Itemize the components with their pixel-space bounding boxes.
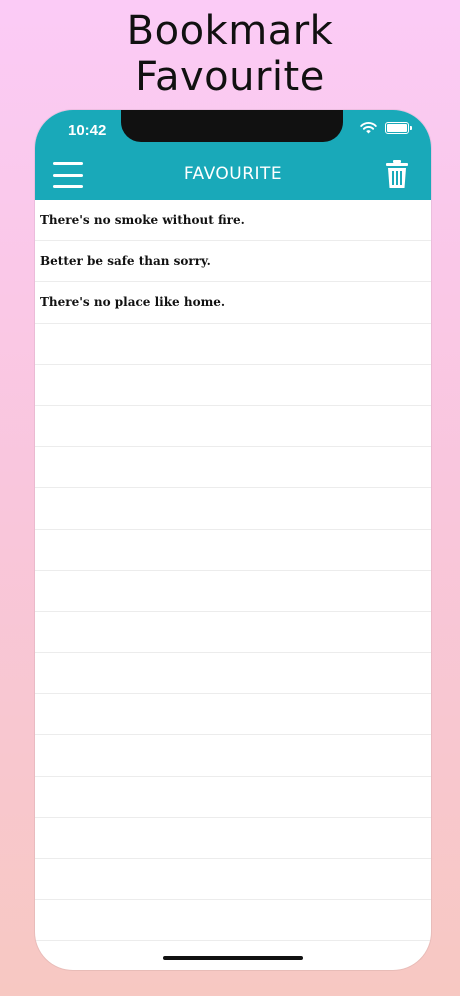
status-time: 10:42 [68, 122, 107, 139]
home-indicator[interactable] [163, 956, 303, 960]
page-title: FAVOURITE [183, 164, 283, 184]
status-icons [360, 121, 412, 134]
empty-row [35, 777, 431, 818]
empty-row [35, 612, 431, 654]
empty-row [35, 406, 431, 448]
empty-row [35, 653, 431, 695]
status-bar: 10:42 [35, 110, 431, 150]
list-item[interactable]: Better be safe than sorry. [35, 241, 431, 283]
trash-icon[interactable] [385, 159, 409, 189]
empty-row [35, 488, 431, 530]
notch [121, 110, 343, 142]
empty-row [35, 900, 431, 942]
list-item-text: Better be safe than sorry. [40, 254, 211, 269]
headline-line-2: Favourite [135, 54, 325, 100]
empty-row [35, 365, 431, 406]
empty-row [35, 530, 431, 571]
phone-screen: 10:42 FAVOURITE There's no smoke without… [35, 110, 431, 970]
battery-icon [385, 121, 412, 134]
headline-line-1: Bookmark [126, 8, 334, 54]
empty-row [35, 447, 431, 489]
list-item-text: There's no smoke without fire. [40, 213, 245, 228]
menu-line [53, 185, 83, 188]
battery-level [387, 123, 407, 132]
empty-row [35, 818, 431, 859]
empty-row [35, 324, 431, 365]
headline: Bookmark Favourite [0, 8, 460, 100]
empty-row [35, 859, 431, 901]
empty-row [35, 571, 431, 612]
favourite-list: There's no smoke without fire. Better be… [35, 200, 431, 942]
nav-bar: FAVOURITE [35, 150, 431, 200]
list-item[interactable]: There's no place like home. [35, 282, 431, 324]
empty-row [35, 735, 431, 777]
wifi-icon [360, 122, 377, 134]
empty-row [35, 694, 431, 736]
list-item[interactable]: There's no smoke without fire. [35, 200, 431, 242]
list-item-text: There's no place like home. [40, 295, 226, 310]
